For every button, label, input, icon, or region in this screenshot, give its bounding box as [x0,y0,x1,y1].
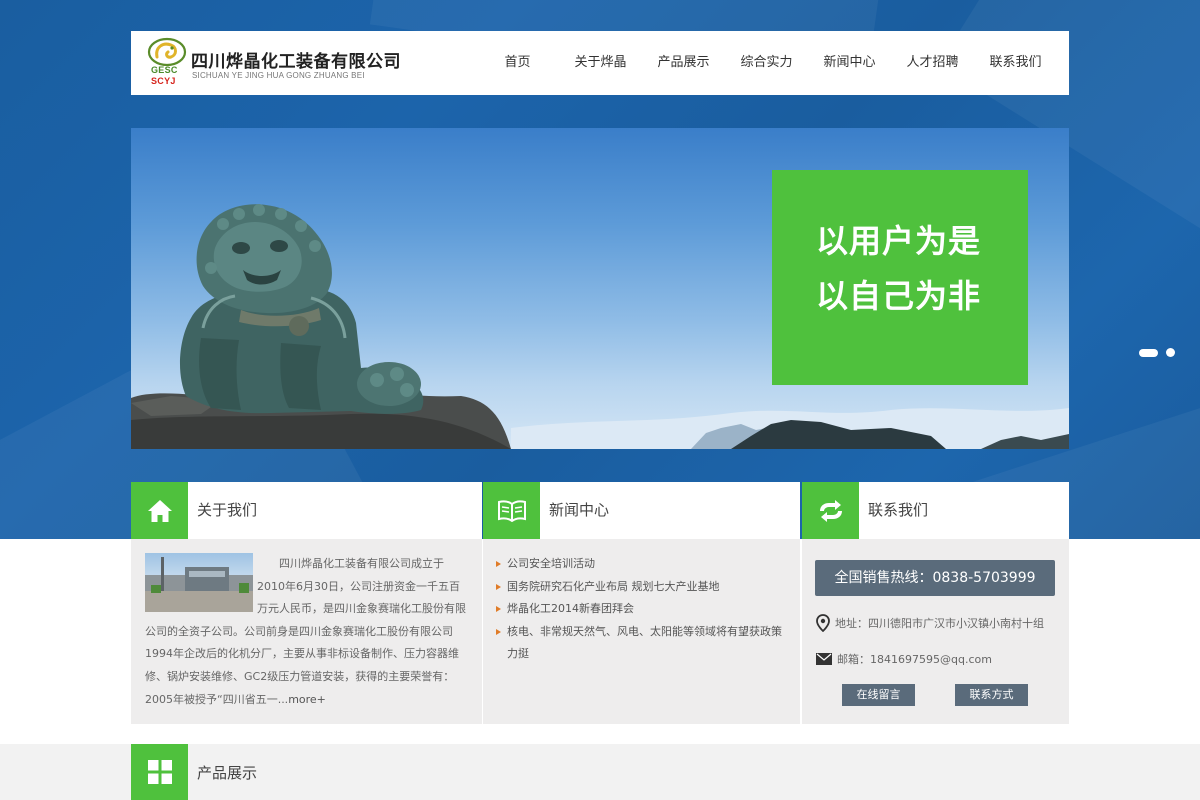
contact-panel-header: 联系我们 [802,482,1069,539]
home-icon [131,482,188,539]
envelope-icon [816,653,832,665]
about-more-link[interactable]: more+ [288,693,326,706]
email-text: 邮箱：1841697595@qq.com [837,653,992,666]
nav-item-careers[interactable]: 人才招聘 [891,31,974,95]
email-row: 邮箱：1841697595@qq.com [816,651,992,667]
slider-pagination [1139,348,1175,357]
contact-panel: 联系我们 全国销售热线：0838-5703999 地址：四川德阳市广汉市小汉镇小… [802,482,1069,724]
news-panel-header: 新闻中心 [483,482,800,539]
company-name-english: SICHUAN YE JING HUA GONG ZHUANG BEI [192,71,365,80]
main-nav: 首页 关于烨晶 产品展示 综合实力 新闻中心 人才招聘 联系我们 [476,31,1057,95]
contact-panel-title[interactable]: 联系我们 [868,482,928,539]
online-message-button[interactable]: 在线留言 [842,684,915,706]
products-section-header: 产品展示 [131,744,1069,800]
logo-bottom-text: SCYJ [151,76,176,86]
nav-item-strength[interactable]: 综合实力 [725,31,808,95]
products-section-title[interactable]: 产品展示 [197,744,257,800]
news-item[interactable]: 核电、非常规天然气、风电、太阳能等领域将有望获政策力挺 [495,621,790,666]
nav-item-news[interactable]: 新闻中心 [808,31,891,95]
news-item[interactable]: 烨晶化工2014新春团拜会 [495,598,790,621]
news-panel-title[interactable]: 新闻中心 [549,482,609,539]
slide-dot-2[interactable] [1166,348,1175,357]
location-pin-icon [816,614,830,632]
book-icon [483,482,540,539]
nav-item-home[interactable]: 首页 [476,31,559,95]
slogan-line-1: 以用户为是 [816,222,982,260]
sales-hotline: 全国销售热线：0838-5703999 [815,560,1055,596]
address-text: 地址：四川德阳市广汉市小汉镇小南村十组 [835,617,1044,630]
address-row: 地址：四川德阳市广汉市小汉镇小南村十组 [816,614,1044,632]
grid-icon [131,744,188,800]
news-item[interactable]: 公司安全培训活动 [495,553,790,576]
contact-info-button[interactable]: 联系方式 [955,684,1028,706]
news-list: 公司安全培训活动 国务院研究石化产业布局 规划七大产业基地 烨晶化工2014新春… [495,553,790,666]
exchange-arrows-icon [802,482,859,539]
logo-top-text: GESC [151,65,178,75]
about-panel-header: 关于我们 [131,482,482,539]
hero-banner[interactable]: 以用户为是 以自己为非 [131,128,1069,449]
about-panel: 关于我们 四川烨晶化工装备有限公司成立于2010年6月30日，公司注册资金一千五… [131,482,482,724]
nav-item-about[interactable]: 关于烨晶 [559,31,642,95]
slide-dot-1[interactable] [1139,348,1158,357]
nav-item-contact[interactable]: 联系我们 [974,31,1057,95]
nav-item-products[interactable]: 产品展示 [642,31,725,95]
site-header: GESC SCYJ 四川烨晶化工装备有限公司 SICHUAN YE JING H… [131,31,1069,95]
about-panel-title[interactable]: 关于我们 [197,482,257,539]
news-panel: 新闻中心 公司安全培训活动 国务院研究石化产业布局 规划七大产业基地 烨晶化工2… [483,482,800,724]
company-name: 四川烨晶化工装备有限公司 [191,52,401,72]
about-description: 四川烨晶化工装备有限公司成立于2010年6月30日，公司注册资金一千五百万元人民… [145,553,467,711]
news-item[interactable]: 国务院研究石化产业布局 规划七大产业基地 [495,576,790,599]
slogan-box: 以用户为是 以自己为非 [772,170,1028,385]
slogan-line-2: 以自己为非 [816,277,982,315]
